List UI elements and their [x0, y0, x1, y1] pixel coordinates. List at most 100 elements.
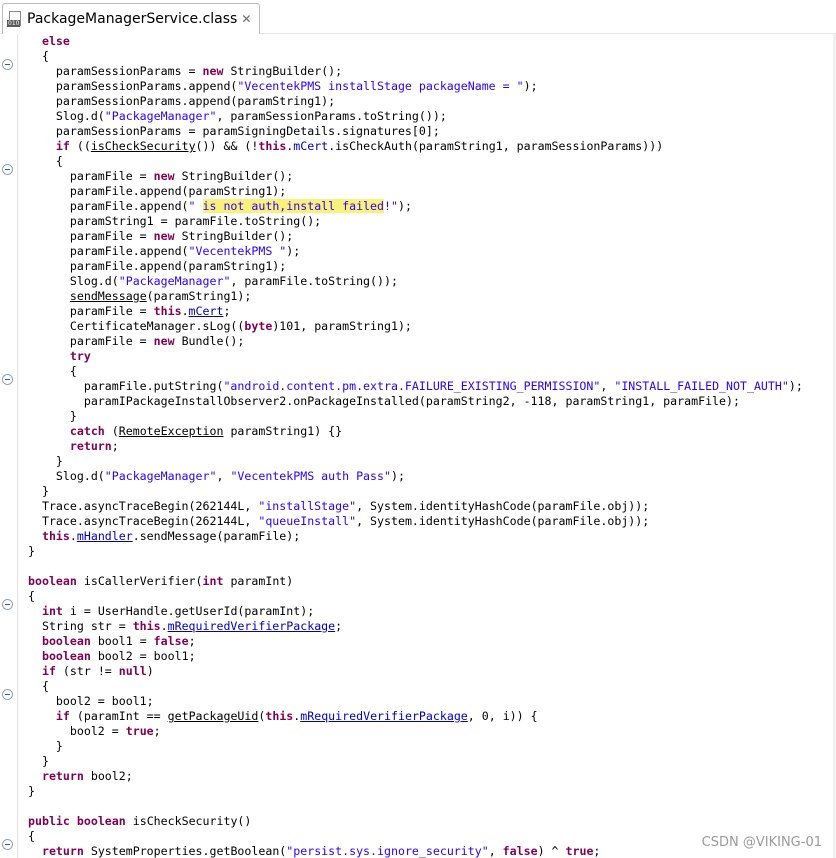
code-token: null	[118, 664, 147, 678]
code-token: Slog.d(	[28, 274, 119, 288]
fold-collapse-icon[interactable]	[2, 374, 13, 385]
fold-collapse-icon[interactable]	[2, 839, 13, 850]
code-line: return bool2;	[28, 769, 828, 784]
class-file-icon: 010	[7, 11, 23, 27]
code-line: sendMessage(paramString1);	[28, 289, 828, 304]
code-token: {	[28, 364, 77, 378]
code-token: }	[28, 544, 35, 558]
code-token: )101, paramString1);	[272, 319, 412, 333]
code-token: return	[41, 769, 84, 783]
code-token: .sendMessage(paramFile);	[132, 529, 301, 543]
close-tab-icon[interactable]: ✕	[241, 13, 251, 25]
code-token: boolean	[41, 634, 91, 648]
code-line: boolean isCallerVerifier(int paramInt)	[28, 574, 828, 589]
code-line: this.mHandler.sendMessage(paramFile);	[28, 529, 828, 544]
code-editor[interactable]: else { paramSessionParams = new StringBu…	[28, 34, 828, 858]
fold-collapse-icon[interactable]	[2, 689, 13, 700]
code-token: else	[41, 34, 70, 48]
code-token: StringBuilder();	[223, 64, 343, 78]
code-token: "installStage"	[258, 499, 357, 513]
code-token: bool2 = bool1;	[28, 694, 154, 708]
code-token: int	[41, 604, 63, 618]
code-token: new	[202, 64, 224, 78]
code-token: )	[146, 664, 154, 678]
code-token: .	[160, 619, 168, 633]
code-token: paramString1 = paramFile.toString();	[28, 214, 322, 228]
code-token: ;	[153, 724, 161, 738]
code-token: this	[265, 709, 294, 723]
code-token: catch	[69, 424, 105, 438]
fold-collapse-icon[interactable]	[2, 59, 13, 70]
code-token: paramInt)	[223, 574, 294, 588]
code-token: SystemProperties.getBoolean(	[83, 844, 287, 858]
code-token: isCheckSecurity()	[125, 814, 252, 828]
code-token: paramSessionParams.append(paramString1);	[28, 94, 336, 108]
code-token: "VecentekPMS "	[188, 244, 287, 258]
code-token: bool2;	[83, 769, 133, 783]
code-token: }	[28, 454, 63, 468]
code-line: else	[28, 34, 828, 49]
code-line: paramSessionParams = paramSigningDetails…	[28, 124, 828, 139]
editor-tab-packagemanagerservice[interactable]: 010 PackageManagerService.class ✕	[2, 3, 260, 34]
code-line: {	[28, 589, 828, 604]
code-token: new	[153, 169, 175, 183]
code-token: paramFile =	[28, 304, 154, 318]
code-token: }	[28, 784, 35, 798]
code-token: "INSTALL_FAILED_NOT_AUTH"	[614, 379, 789, 393]
code-token: {	[28, 49, 49, 63]
code-token: , paramSessionParams.toString());	[216, 109, 447, 123]
code-token: paramIPackageInstallObserver2.onPackageI…	[28, 394, 740, 408]
code-token: ;	[223, 304, 231, 318]
code-line: {	[28, 154, 828, 169]
code-token: ()) && (!	[195, 139, 259, 153]
code-token: boolean	[76, 814, 126, 828]
code-line: paramString1 = paramFile.toString();	[28, 214, 828, 229]
code-line: Trace.asyncTraceBegin(262144L, "queueIns…	[28, 514, 828, 529]
code-token: paramFile =	[28, 229, 154, 243]
code-token: {	[28, 829, 35, 843]
code-token: );	[523, 79, 538, 93]
code-line: if (paramInt == getPackageUid(this.mRequ…	[28, 709, 828, 724]
code-token: RemoteException	[118, 424, 224, 438]
code-token: bool2 =	[28, 724, 126, 738]
code-line: }	[28, 409, 828, 424]
code-token: i = UserHandle.getUserId(paramInt);	[62, 604, 315, 618]
code-token: Trace.asyncTraceBegin(262144L,	[28, 514, 259, 528]
code-line: String str = this.mRequiredVerifierPacka…	[28, 619, 828, 634]
code-token: paramFile =	[28, 169, 154, 183]
code-token: Trace.asyncTraceBegin(262144L,	[28, 499, 259, 513]
code-token: paramFile.putString(	[28, 379, 224, 393]
code-token: (paramInt ==	[69, 709, 168, 723]
code-token: paramFile.append(paramString1);	[28, 184, 287, 198]
code-token: ;	[188, 634, 196, 648]
code-token: mCert	[188, 304, 224, 318]
code-token: String str =	[28, 619, 133, 633]
code-token: }	[28, 484, 49, 498]
code-token: ;	[593, 844, 601, 858]
code-line: }	[28, 754, 828, 769]
code-line: if ((isCheckSecurity()) && (!this.mCert.…	[28, 139, 828, 154]
code-token: return	[41, 844, 84, 858]
code-line: }	[28, 484, 828, 499]
code-token: .isCheckAuth(paramString1, paramSessionP…	[328, 139, 664, 153]
fold-collapse-icon[interactable]	[2, 599, 13, 610]
code-token: return	[69, 439, 112, 453]
code-token: if	[55, 139, 70, 153]
fold-collapse-icon[interactable]	[2, 164, 13, 175]
code-token: ,	[216, 469, 231, 483]
code-line: bool2 = bool1;	[28, 694, 828, 709]
code-token: );	[286, 244, 301, 258]
code-token: paramFile.append(paramString1);	[28, 259, 287, 273]
code-line: paramFile.putString("android.content.pm.…	[28, 379, 828, 394]
code-token: !"	[384, 199, 398, 213]
code-token: if	[55, 709, 70, 723]
code-token: mRequiredVerifierPackage	[167, 619, 336, 633]
